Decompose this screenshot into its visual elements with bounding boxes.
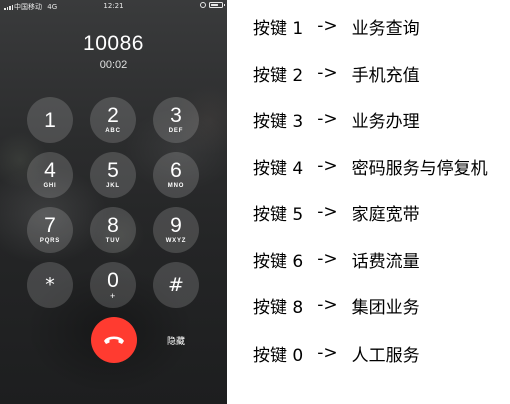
legend-row: 按键 4 -> 密码服务与停复机 xyxy=(253,154,488,179)
key-digit: 8 xyxy=(107,214,119,237)
key-2[interactable]: 2 ABC xyxy=(90,97,136,143)
key-digit: * xyxy=(45,273,55,296)
key-digit: 5 xyxy=(107,159,119,182)
legend-service: 手机充值 xyxy=(351,65,420,86)
key-digit: # xyxy=(168,273,184,296)
key-3[interactable]: 3 DEF xyxy=(153,97,199,143)
call-duration: 00:02 xyxy=(99,59,128,71)
key-digit: 4 xyxy=(44,159,56,182)
phone-hangup-icon xyxy=(104,336,124,344)
legend-row: 按键 8 -> 集团业务 xyxy=(253,293,420,318)
legend-arrow: -> xyxy=(317,63,338,83)
legend-service: 家庭宽带 xyxy=(351,204,420,225)
legend-arrow: -> xyxy=(317,249,338,269)
legend-row: 按键 5 -> 家庭宽带 xyxy=(253,200,420,225)
key-0[interactable]: 0 + xyxy=(90,262,136,308)
legend-key: 按键 8 xyxy=(253,297,304,318)
key-letters: GHI xyxy=(43,183,57,189)
legend-service: 话费流量 xyxy=(351,251,420,272)
key-digit: 3 xyxy=(170,104,182,127)
legend-key: 按键 2 xyxy=(253,65,304,86)
key-6[interactable]: 6 MNO xyxy=(153,152,199,198)
legend-row: 按键 3 -> 业务办理 xyxy=(253,107,420,132)
legend-service: 密码服务与停复机 xyxy=(351,158,488,179)
screenshot-root: 中国移动 4G 12:21 10086 00:02 1 2 ABC 3 DEF xyxy=(0,0,510,404)
legend-key: 按键 5 xyxy=(253,204,304,225)
legend-service: 业务查询 xyxy=(351,18,420,39)
key-letters: ABC xyxy=(105,128,121,134)
hide-keypad-button[interactable]: 隐藏 xyxy=(153,317,199,363)
key-letters: JKL xyxy=(106,183,120,189)
rotation-lock-icon xyxy=(200,2,206,8)
legend-service: 人工服务 xyxy=(351,345,420,366)
key-letters: PQRS xyxy=(39,238,61,244)
legend-row: 按键 0 -> 人工服务 xyxy=(253,341,420,366)
key-digit: 7 xyxy=(44,214,56,237)
legend-row: 按键 6 -> 话费流量 xyxy=(253,247,420,272)
key-9[interactable]: 9 WXYZ xyxy=(153,207,199,253)
call-number: 10086 xyxy=(83,32,144,55)
legend-arrow: -> xyxy=(317,16,338,36)
legend-arrow: -> xyxy=(317,202,338,222)
hangup-button[interactable] xyxy=(91,317,137,363)
legend-arrow: -> xyxy=(317,156,338,176)
key-letters: + xyxy=(109,291,117,301)
key-1[interactable]: 1 xyxy=(27,97,73,143)
status-time: 12:21 xyxy=(103,2,124,10)
key-4[interactable]: 4 GHI xyxy=(27,152,73,198)
legend-service: 业务办理 xyxy=(351,111,420,132)
key-digit: 9 xyxy=(170,214,182,237)
key-star[interactable]: * xyxy=(27,262,73,308)
legend-arrow: -> xyxy=(317,343,338,363)
key-legend: 按键 1 -> 业务查询 按键 2 -> 手机充值 按键 3 -> 业务办理 按… xyxy=(253,0,510,404)
legend-key: 按键 0 xyxy=(253,345,304,366)
legend-key: 按键 4 xyxy=(253,158,304,179)
status-right-icons xyxy=(200,2,225,8)
key-digit: 6 xyxy=(170,159,182,182)
legend-arrow: -> xyxy=(317,295,338,315)
key-5[interactable]: 5 JKL xyxy=(90,152,136,198)
legend-key: 按键 3 xyxy=(253,111,304,132)
battery-fill xyxy=(211,4,218,6)
key-7[interactable]: 7 PQRS xyxy=(27,207,73,253)
phone-call-screen: 中国移动 4G 12:21 10086 00:02 1 2 ABC 3 DEF xyxy=(0,0,227,404)
key-letters: MNO xyxy=(167,183,185,189)
legend-key: 按键 6 xyxy=(253,251,304,272)
key-8[interactable]: 8 TUV xyxy=(90,207,136,253)
key-letters: TUV xyxy=(105,238,121,244)
legend-service: 集团业务 xyxy=(351,297,420,318)
legend-arrow: -> xyxy=(317,109,338,129)
legend-row: 按键 1 -> 业务查询 xyxy=(253,14,420,39)
legend-row: 按键 2 -> 手机充值 xyxy=(253,61,420,86)
key-hash[interactable]: # xyxy=(153,262,199,308)
key-digit: 1 xyxy=(44,108,56,132)
key-letters: DEF xyxy=(168,128,184,134)
battery-icon xyxy=(209,2,225,8)
key-digit: 2 xyxy=(107,104,119,127)
status-bar: 中国移动 4G 12:21 xyxy=(0,0,227,14)
key-digit: 0 xyxy=(107,269,119,292)
key-letters: WXYZ xyxy=(165,238,187,244)
legend-key: 按键 1 xyxy=(253,18,304,39)
